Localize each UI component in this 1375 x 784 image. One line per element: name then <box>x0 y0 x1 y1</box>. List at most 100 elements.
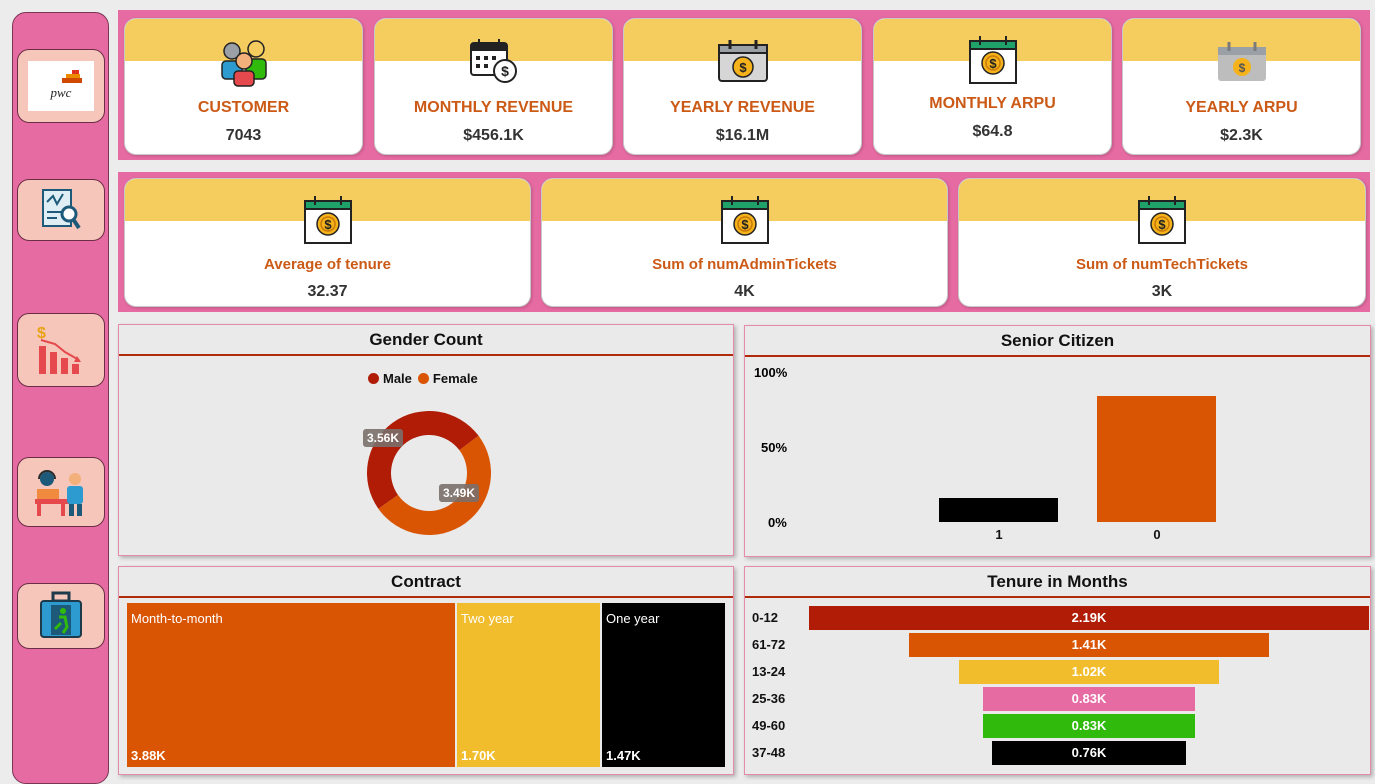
pwc-logo-mark <box>62 70 82 83</box>
kpi-label: YEARLY REVENUE <box>670 99 815 116</box>
y-tick-label: 100% <box>754 365 788 380</box>
calendar-coin-icon: $ <box>1217 42 1266 81</box>
svg-text:$: $ <box>501 63 509 79</box>
funnel-bar-37-48[interactable]: 0.76K <box>991 741 1187 765</box>
donut-data-label-male: 3.56K <box>363 429 403 447</box>
contract-treemap[interactable]: Month-to-month 3.88K Two year 1.70K One year… <box>127 603 727 767</box>
report-search-icon <box>42 189 81 230</box>
kpi-value: $64.8 <box>972 123 1013 140</box>
contract-cell-value: 1.70K <box>461 748 496 763</box>
kpi-label: MONTHLY REVENUE <box>413 99 574 116</box>
kpi-label: YEARLY ARPU <box>1185 99 1298 116</box>
svg-text:$: $ <box>1238 61 1245 75</box>
kpi-label: Sum of numAdminTickets <box>652 256 837 273</box>
kpi-card-customer: CUSTOMER 7043 <box>124 18 363 155</box>
tenure-funnel-chart[interactable]: 0-12 2.19K 61-72 1.41K 13-24 1.02K 25-36 0.83K 4… <box>745 605 1370 771</box>
calendar-coin-icon: $ <box>1138 196 1186 244</box>
senior-citizen-bars[interactable]: 10 <box>885 366 1285 551</box>
x-tick-label: 1 <box>995 527 1002 542</box>
funnel-category-label: 0-12 <box>752 610 779 625</box>
male-legend-dot <box>368 373 379 384</box>
panel-title: Gender Count <box>119 325 733 356</box>
pwc-logo-text: pwc <box>50 85 72 100</box>
funnel-row[interactable]: 0-12 2.19K <box>745 605 1369 631</box>
kpi-card-monthly-revenue: $ MONTHLY REVENUE $456.1K <box>374 18 613 155</box>
support-agent-icon <box>35 470 83 516</box>
funnel-category-label: 13-24 <box>752 664 786 679</box>
kpi-label: CUSTOMER <box>197 99 290 116</box>
kpi-card-yearly-revenue: $ YEARLY REVENUE $16.1M <box>623 18 862 155</box>
nav-home-button[interactable]: pwc <box>17 49 105 123</box>
x-tick-label: 0 <box>1153 527 1160 542</box>
exit-luggage-icon <box>40 591 82 638</box>
contract-panel[interactable]: Contract Month-to-month 3.88K Two year 1.70… <box>118 566 734 775</box>
kpi-value: 3K <box>1151 283 1173 300</box>
funnel-bar-25-36[interactable]: 0.83K <box>982 687 1196 711</box>
tenure-panel[interactable]: Tenure in Months 0-12 2.19K 61-72 1.41K 13-2… <box>744 566 1371 775</box>
kpi-label: Average of tenure <box>264 256 391 273</box>
y-tick-label: 0% <box>768 515 787 530</box>
senior-bar-1[interactable] <box>939 498 1058 522</box>
svg-text:3.49K: 3.49K <box>443 486 475 500</box>
funnel-row[interactable]: 37-48 0.76K <box>745 740 1365 766</box>
customers-icon <box>220 40 267 87</box>
svg-text:$: $ <box>741 217 749 232</box>
funnel-bar-13-24[interactable]: 1.02K <box>958 660 1220 684</box>
kpi-value: $456.1K <box>463 127 524 144</box>
female-legend-dot <box>417 373 429 384</box>
senior-bar-0[interactable] <box>1097 396 1216 522</box>
nav-exit-button[interactable] <box>17 583 105 649</box>
calendar-coin-icon: $ <box>968 36 1017 84</box>
senior-citizen-panel[interactable]: Senior Citizen 100% 50% 0% 10 <box>744 325 1371 557</box>
contract-cell-value: 3.88K <box>131 748 166 763</box>
calendar-coin-icon: $ <box>720 196 769 244</box>
svg-text:$: $ <box>1158 217 1166 232</box>
svg-text:$: $ <box>989 56 997 71</box>
contract-cell-name: Month-to-month <box>131 611 223 626</box>
funnel-category-label: 37-48 <box>752 745 786 760</box>
contract-cell-month-to-month[interactable]: Month-to-month 3.88K <box>127 603 455 767</box>
kpi-value: 4K <box>734 283 755 300</box>
funnel-row[interactable]: 49-60 0.83K <box>745 713 1365 739</box>
svg-text:3.56K: 3.56K <box>367 431 399 445</box>
calendar-dollar-icon: $ <box>469 39 517 83</box>
funnel-bar-0-12[interactable]: 2.19K <box>809 606 1369 630</box>
revenue-decline-icon: $ <box>37 325 81 374</box>
kpi-value: 7043 <box>225 127 262 144</box>
funnel-bar-49-60[interactable]: 0.83K <box>982 714 1196 738</box>
funnel-row[interactable]: 61-72 1.41K <box>745 632 1365 658</box>
funnel-row[interactable]: 25-36 0.83K <box>745 686 1365 712</box>
male-legend-label: Male <box>383 371 412 386</box>
kpi-card-tech-tickets: $ Sum of numTechTickets 3K <box>958 178 1366 307</box>
gender-donut-chart[interactable]: 3.56K 3.49K <box>359 403 499 543</box>
nav-support-button[interactable] <box>17 457 105 527</box>
kpi-value: $16.1M <box>715 127 770 144</box>
contract-cell-name: One year <box>606 611 660 626</box>
funnel-row[interactable]: 13-24 1.02K <box>745 659 1365 685</box>
kpi-card-avg-tenure: $ Average of tenure 32.37 <box>124 178 531 307</box>
female-legend-label: Female <box>432 371 478 386</box>
kpi-value: $2.3K <box>1220 127 1263 144</box>
donut-data-label-female: 3.49K <box>439 484 479 502</box>
pwc-logo: pwc <box>28 61 94 111</box>
svg-text:$: $ <box>324 217 332 232</box>
kpi-label: Sum of numTechTickets <box>1076 256 1248 273</box>
funnel-category-label: 25-36 <box>752 691 786 706</box>
nav-report-button[interactable] <box>17 179 105 241</box>
kpi-label: MONTHLY ARPU <box>929 95 1056 112</box>
panel-title: Senior Citizen <box>745 326 1370 357</box>
panel-title: Contract <box>119 567 733 598</box>
gender-count-panel[interactable]: Gender Count Male Female 3.56K 3.49K <box>118 324 734 556</box>
svg-text:$: $ <box>739 60 747 75</box>
contract-cell-value: 1.47K <box>606 748 641 763</box>
nav-revenue-button[interactable]: $ <box>17 313 105 387</box>
contract-cell-name: Two year <box>461 611 514 626</box>
calendar-coin-icon: $ <box>717 40 768 82</box>
funnel-bar-61-72[interactable]: 1.41K <box>908 633 1270 657</box>
funnel-category-label: 49-60 <box>752 718 786 733</box>
kpi-value: 32.37 <box>307 283 348 300</box>
panel-title: Tenure in Months <box>745 567 1370 598</box>
contract-cell-two-year[interactable]: Two year 1.70K <box>457 603 600 767</box>
contract-cell-one-year[interactable]: One year 1.47K <box>602 603 725 767</box>
gender-legend[interactable]: Male Female <box>368 371 478 386</box>
